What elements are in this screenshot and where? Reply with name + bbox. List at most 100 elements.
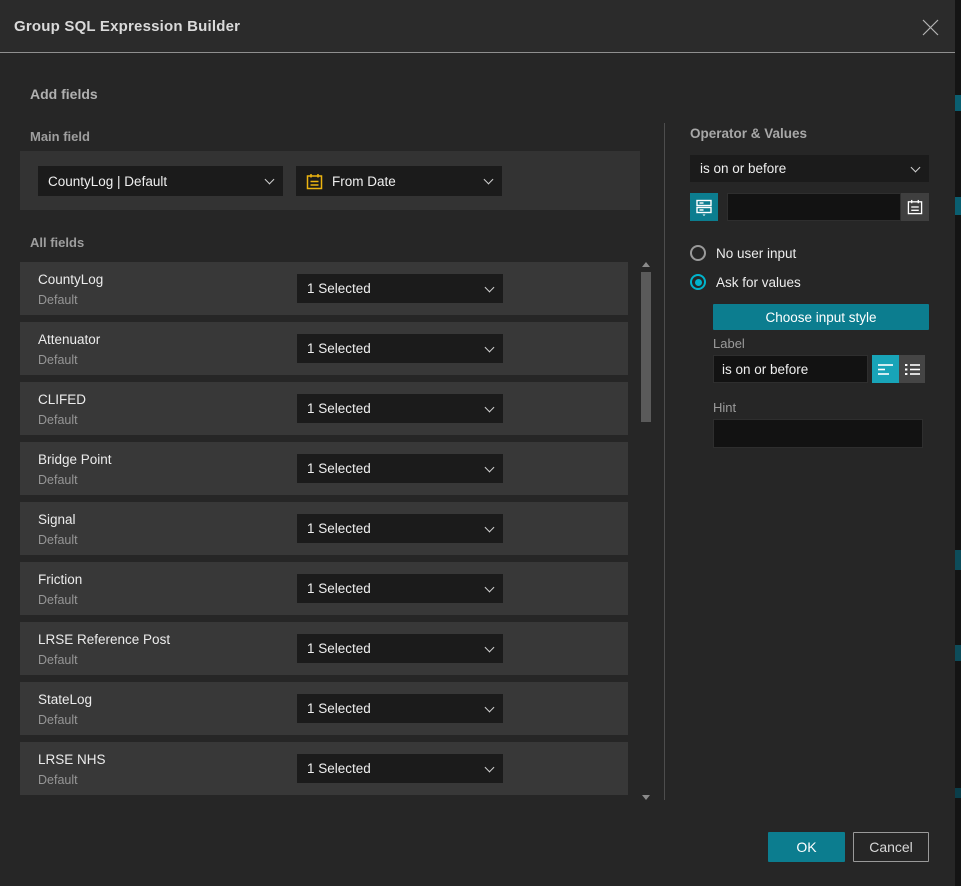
radio-ask-for-values[interactable]: Ask for values [690,274,801,290]
field-row: CLIFED Default 1 Selected [20,382,628,435]
field-row: LRSE Reference Post Default 1 Selected [20,622,628,675]
scrollbar-down-arrow-icon[interactable] [642,795,650,800]
chevron-down-icon [911,162,921,172]
field-values-select[interactable]: 1 Selected [297,514,503,543]
value-date-input[interactable] [727,193,901,221]
align-left-icon [878,363,893,376]
background-fragment [955,197,961,215]
field-values-select[interactable]: 1 Selected [297,574,503,603]
background-fragment [955,645,961,661]
radio-selected-icon [690,274,706,290]
operator-select[interactable]: is on or before [690,155,929,182]
radio-ask-for-values-label: Ask for values [716,275,801,290]
field-values-select-value: 1 Selected [307,281,478,296]
chevron-down-icon [485,582,495,592]
label-style-list-button[interactable] [899,355,925,383]
radio-no-user-input-label: No user input [716,246,796,261]
cancel-button[interactable]: Cancel [853,832,929,862]
input-type-button[interactable] [690,193,718,221]
main-layer-select[interactable]: CountyLog | Default [38,166,283,196]
ok-button[interactable]: OK [768,832,845,862]
field-alias: Default [38,413,78,427]
field-alias: Default [38,593,78,607]
field-row: Signal Default 1 Selected [20,502,628,555]
label-style-text-button[interactable] [872,355,899,383]
close-button[interactable] [913,10,947,44]
label-field-label: Label [713,336,745,351]
hint-field-label: Hint [713,400,736,415]
field-values-select[interactable]: 1 Selected [297,694,503,723]
hint-input[interactable] [713,419,923,448]
date-picker-button[interactable] [901,193,929,221]
stacked-values-icon [696,199,712,216]
field-alias: Default [38,533,78,547]
field-alias: Default [38,353,78,367]
background-fragment [955,788,961,798]
choose-input-style-button[interactable]: Choose input style [713,304,929,330]
chevron-down-icon [265,175,275,185]
field-values-select-value: 1 Selected [307,521,478,536]
field-alias: Default [38,293,78,307]
screen: Group SQL Expression Builder Add fields … [0,0,961,886]
field-name: LRSE NHS [38,752,106,767]
main-field-panel: CountyLog | Default From Date [20,151,640,210]
field-alias: Default [38,773,78,787]
scrollbar-thumb[interactable] [641,272,651,422]
field-values-select[interactable]: 1 Selected [297,274,503,303]
chevron-down-icon [485,342,495,352]
field-values-select[interactable]: 1 Selected [297,454,503,483]
field-row: Attenuator Default 1 Selected [20,322,628,375]
field-name: CLIFED [38,392,86,407]
field-alias: Default [38,653,78,667]
main-field-select-value: From Date [332,174,477,189]
field-values-select-value: 1 Selected [307,701,478,716]
field-name: Attenuator [38,332,100,347]
chevron-down-icon [484,175,494,185]
label-input[interactable] [713,355,868,383]
field-values-select[interactable]: 1 Selected [297,754,503,783]
chevron-down-icon [485,282,495,292]
field-alias: Default [38,713,78,727]
operator-values-title: Operator & Values [690,126,807,141]
background-app-edge [955,0,961,886]
calendar-icon [306,173,323,190]
chevron-down-icon [485,702,495,712]
field-name: Bridge Point [38,452,112,467]
dialog-titlebar: Group SQL Expression Builder [0,0,955,53]
dialog-group-sql-expression-builder: Group SQL Expression Builder Add fields … [0,0,955,886]
main-field-label: Main field [30,129,90,144]
field-values-select-value: 1 Selected [307,461,478,476]
main-layer-select-value: CountyLog | Default [48,174,258,189]
chevron-down-icon [485,762,495,772]
field-values-select[interactable]: 1 Selected [297,394,503,423]
main-field-select[interactable]: From Date [296,166,502,196]
field-row: CountyLog Default 1 Selected [20,262,628,315]
operator-select-value: is on or before [700,161,904,176]
field-values-select-value: 1 Selected [307,761,478,776]
field-name: Signal [38,512,76,527]
chevron-down-icon [485,402,495,412]
field-row: Friction Default 1 Selected [20,562,628,615]
dialog-title: Group SQL Expression Builder [14,18,240,35]
field-row: Bridge Point Default 1 Selected [20,442,628,495]
field-name: Friction [38,572,82,587]
close-icon [922,19,939,36]
field-values-select[interactable]: 1 Selected [297,334,503,363]
panel-divider [664,123,665,800]
section-title: Add fields [30,86,98,102]
field-values-select-value: 1 Selected [307,641,478,656]
field-row: StateLog Default 1 Selected [20,682,628,735]
field-values-select-value: 1 Selected [307,341,478,356]
scrollbar-up-arrow-icon[interactable] [642,262,650,267]
list-scrollbar[interactable] [641,262,651,800]
field-values-select[interactable]: 1 Selected [297,634,503,663]
field-values-select-value: 1 Selected [307,401,478,416]
field-name: CountyLog [38,272,103,287]
chevron-down-icon [485,522,495,532]
radio-unselected-icon [690,245,706,261]
calendar-icon [907,199,923,215]
all-fields-label: All fields [30,235,84,250]
field-alias: Default [38,473,78,487]
radio-no-user-input[interactable]: No user input [690,245,796,261]
background-fragment [955,95,961,111]
